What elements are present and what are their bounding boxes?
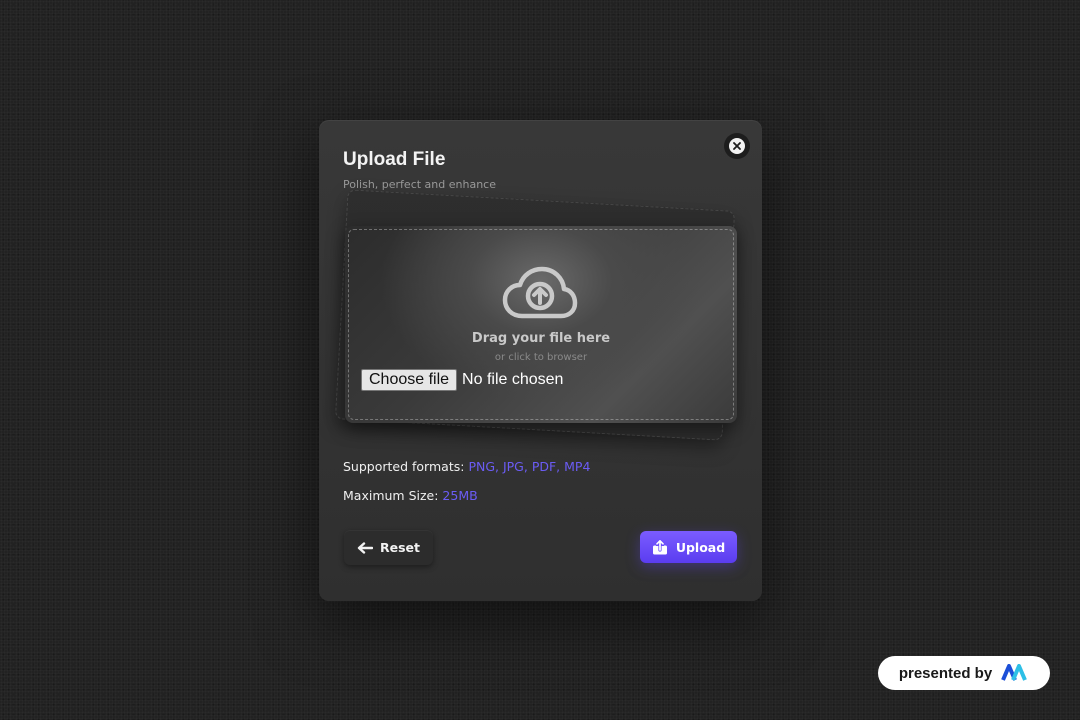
upload-button[interactable]: Upload: [640, 531, 737, 563]
upload-label: Upload: [675, 539, 726, 555]
size-value: 25MB: [442, 488, 478, 503]
upload-modal: Upload File Polish, perfect and enhance …: [319, 120, 762, 601]
supported-formats: Supported formats: PNG, JPG, PDF, MP4: [343, 459, 590, 474]
formats-value: PNG, JPG, PDF, MP4: [468, 459, 591, 474]
drag-hint: Drag your file here: [471, 331, 611, 346]
presented-by-label: presented by: [898, 664, 993, 682]
cloud-upload-icon: [502, 266, 578, 319]
drop-zone-border: [348, 229, 734, 420]
arrow-left-icon: [357, 541, 373, 554]
file-input: Choose file No file chosen: [361, 369, 563, 391]
presented-by-badge[interactable]: presented by: [878, 656, 1050, 690]
reset-button[interactable]: Reset: [344, 530, 433, 565]
size-label: Maximum Size:: [343, 488, 439, 503]
upload-icon: [652, 539, 667, 555]
choose-file-button[interactable]: Choose file: [361, 369, 458, 391]
formats-label: Supported formats:: [343, 459, 465, 474]
modal-subtitle: Polish, perfect and enhance: [343, 178, 496, 191]
close-icon: [729, 138, 745, 154]
drop-zone[interactable]: Drag your file here or click to browser …: [345, 226, 737, 423]
reset-label: Reset: [380, 540, 420, 555]
close-button[interactable]: [724, 133, 750, 159]
modal-title: Upload File: [343, 149, 446, 170]
brand-logo-icon: [1001, 664, 1028, 681]
maximum-size: Maximum Size: 25MB: [343, 488, 478, 503]
file-status: No file chosen: [462, 371, 564, 388]
browse-hint: or click to browser: [494, 352, 588, 363]
